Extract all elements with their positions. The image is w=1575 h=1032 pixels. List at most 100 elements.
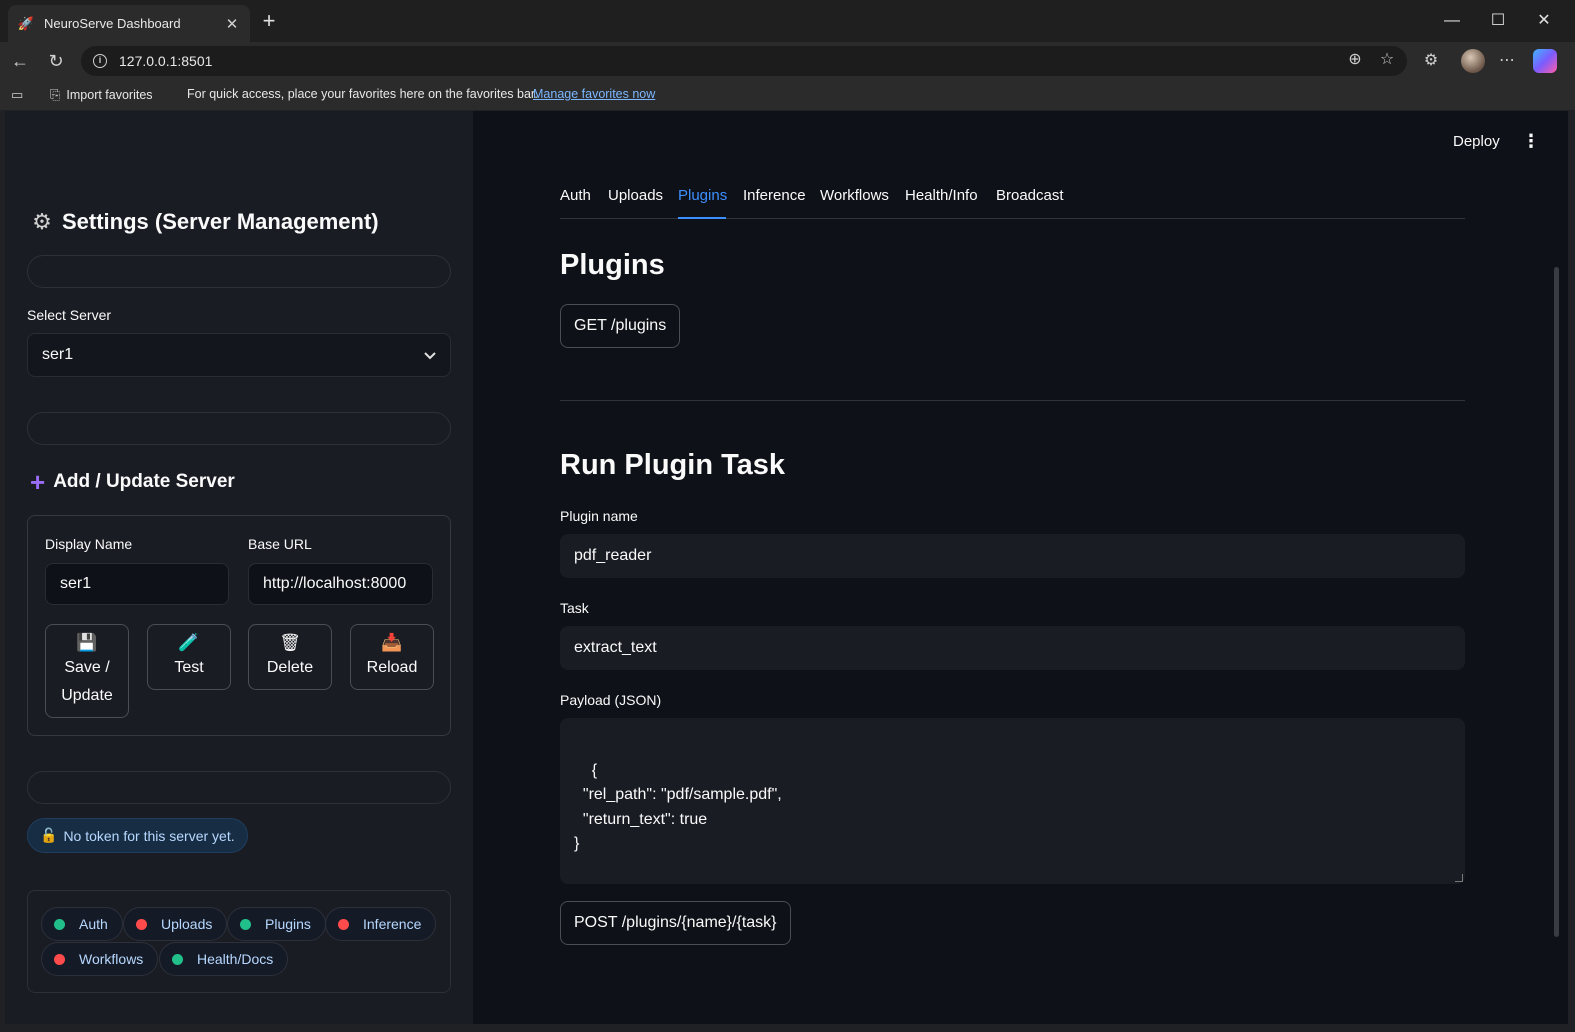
close-window-icon[interactable]: ✕ bbox=[1530, 8, 1558, 34]
main-scrollbar[interactable] bbox=[1554, 267, 1559, 937]
status-chip-inference: Inference bbox=[325, 907, 437, 941]
get-plugins-button[interactable]: GET /plugins bbox=[560, 304, 681, 348]
sidebar: ⚙ Settings (Server Management) Select Se… bbox=[5, 111, 473, 1024]
import-favorites[interactable]: ⎘ Import favorites bbox=[50, 87, 153, 103]
token-status-text: No token for this server yet. bbox=[63, 827, 235, 844]
url-field[interactable]: i 127.0.0.1:8501 bbox=[81, 46, 1407, 76]
sidebar-divider bbox=[27, 255, 451, 288]
status-chip-label: Workflows bbox=[79, 951, 144, 967]
resize-handle-icon[interactable] bbox=[1455, 874, 1463, 882]
delete-button[interactable]: 🗑 Delete bbox=[248, 624, 332, 690]
tab-auth[interactable]: Auth bbox=[560, 187, 591, 204]
status-chip-plugins: Plugins bbox=[227, 907, 326, 941]
minimize-icon[interactable]: — bbox=[1438, 8, 1466, 34]
task-label: Task bbox=[560, 600, 589, 616]
base-url-input[interactable]: http://localhost:8000 bbox=[248, 563, 433, 605]
more-menu-icon[interactable]: ⋯ bbox=[1495, 49, 1519, 73]
tab-uploads[interactable]: Uploads bbox=[608, 187, 663, 204]
tab-title: NeuroServe Dashboard bbox=[44, 16, 181, 31]
import-favorites-label: Import favorites bbox=[66, 88, 153, 102]
save-update-button[interactable]: 💾 Save / Update bbox=[45, 624, 129, 718]
sidebar-title: ⚙ Settings (Server Management) bbox=[30, 209, 379, 235]
test-tube-icon: 🧪 bbox=[178, 633, 200, 652]
rocket-icon: 🚀 bbox=[17, 15, 35, 31]
tab-plugins[interactable]: Plugins bbox=[678, 187, 727, 204]
favorite-star-icon[interactable]: ☆ bbox=[1377, 49, 1397, 69]
tab-inference[interactable]: Inference bbox=[743, 187, 806, 204]
maximize-icon[interactable]: ☐ bbox=[1484, 8, 1512, 34]
main-menu-icon[interactable]: ⋮ bbox=[1522, 131, 1540, 151]
status-chip-label: Health/Docs bbox=[197, 951, 274, 967]
status-chip-workflows: Workflows bbox=[41, 942, 159, 976]
token-status-badge: 🔓 No token for this server yet. bbox=[27, 818, 248, 853]
status-dot bbox=[172, 953, 183, 965]
plugin-name-input[interactable]: pdf_reader bbox=[560, 534, 1465, 578]
url-text: 127.0.0.1:8501 bbox=[119, 53, 213, 69]
deploy-button[interactable]: Deploy bbox=[1453, 133, 1500, 150]
close-tab-icon[interactable]: ✕ bbox=[224, 15, 240, 33]
floppy-disk-icon: 💾 bbox=[76, 633, 98, 652]
plus-icon: + bbox=[30, 467, 46, 497]
reload-label: Reload bbox=[366, 659, 418, 676]
server-select[interactable]: ser1 bbox=[27, 333, 451, 377]
status-dot bbox=[338, 918, 349, 930]
status-chip-label: Uploads bbox=[161, 916, 213, 932]
favorites-hint: For quick access, place your favorites h… bbox=[187, 87, 538, 101]
save-label-line2: Update bbox=[61, 687, 113, 704]
favorites-bar: ▭ ⎘ Import favorites For quick access, p… bbox=[0, 80, 1575, 110]
status-chip-label: Plugins bbox=[265, 916, 311, 932]
select-server-label: Select Server bbox=[27, 307, 112, 323]
copilot-icon[interactable] bbox=[1533, 49, 1557, 73]
profile-avatar[interactable] bbox=[1461, 49, 1485, 73]
post-plugin-task-button[interactable]: POST /plugins/{name}/{task} bbox=[560, 901, 791, 945]
payload-json-textarea[interactable]: { "rel_path": "pdf/sample.pdf", "return_… bbox=[560, 718, 1465, 884]
browser-tab[interactable]: 🚀 NeuroServe Dashboard ✕ bbox=[8, 5, 250, 42]
new-tab-icon[interactable]: + bbox=[258, 10, 280, 32]
run-plugin-task-heading: Run Plugin Task bbox=[560, 449, 786, 481]
status-dot bbox=[136, 918, 147, 930]
section-divider bbox=[560, 400, 1465, 401]
app-window: ⚙ Settings (Server Management) Select Se… bbox=[5, 111, 1568, 1024]
base-url-label: Base URL bbox=[248, 536, 312, 552]
tab-health-info[interactable]: Health/Info bbox=[905, 187, 978, 204]
manage-favorites-link[interactable]: Manage favorites now bbox=[533, 87, 655, 101]
display-name-input[interactable]: ser1 bbox=[45, 563, 229, 605]
status-chip-uploads: Uploads bbox=[123, 907, 228, 941]
inbox-tray-icon: 📥 bbox=[381, 633, 403, 652]
status-chip-label: Inference bbox=[363, 916, 422, 932]
browser-titlebar: 🚀 NeuroServe Dashboard ✕ + — ☐ ✕ bbox=[0, 0, 1575, 42]
sidebar-divider bbox=[27, 412, 451, 445]
plugin-name-label: Plugin name bbox=[560, 508, 638, 524]
add-server-heading: + Add / Update Server bbox=[30, 467, 235, 497]
task-input[interactable]: extract_text bbox=[560, 626, 1465, 670]
tab-workflows[interactable]: Workflows bbox=[820, 187, 889, 204]
add-server-form: Display Name ser1 Base URL http://localh… bbox=[27, 515, 451, 736]
plugins-heading: Plugins bbox=[560, 249, 665, 281]
active-tab-indicator bbox=[678, 217, 726, 219]
tab-bar: Auth Uploads Plugins Inference Workflows… bbox=[560, 183, 1465, 219]
info-icon[interactable]: i bbox=[93, 54, 107, 68]
reading-view-icon[interactable]: ▭ bbox=[11, 87, 23, 103]
gear-icon: ⚙ bbox=[32, 209, 52, 234]
payload-label: Payload (JSON) bbox=[560, 692, 662, 708]
payload-json-text: { "rel_path": "pdf/sample.pdf", "return_… bbox=[574, 761, 782, 853]
status-chip-health-docs: Health/Docs bbox=[159, 942, 289, 976]
status-chip-label: Auth bbox=[79, 916, 108, 932]
zoom-icon[interactable]: ⊕ bbox=[1345, 49, 1365, 69]
add-server-heading-text: Add / Update Server bbox=[53, 471, 235, 492]
save-label-line1: Save / bbox=[64, 659, 110, 676]
endpoint-status-panel: Auth Uploads Plugins Inference Workflows… bbox=[27, 890, 451, 993]
unlocked-icon: 🔓 bbox=[40, 827, 58, 843]
trash-icon: 🗑 bbox=[279, 633, 301, 652]
back-icon[interactable]: ← bbox=[9, 50, 31, 72]
refresh-icon[interactable]: ↻ bbox=[45, 50, 67, 72]
display-name-label: Display Name bbox=[45, 536, 133, 552]
status-dot bbox=[54, 918, 65, 930]
delete-label: Delete bbox=[266, 659, 314, 676]
test-button[interactable]: 🧪 Test bbox=[147, 624, 231, 690]
import-icon: ⎘ bbox=[50, 87, 61, 102]
tab-broadcast[interactable]: Broadcast bbox=[996, 187, 1064, 204]
extensions-icon[interactable]: ⚙ bbox=[1419, 49, 1443, 73]
server-select-value: ser1 bbox=[42, 346, 74, 363]
reload-button[interactable]: 📥 Reload bbox=[350, 624, 434, 690]
